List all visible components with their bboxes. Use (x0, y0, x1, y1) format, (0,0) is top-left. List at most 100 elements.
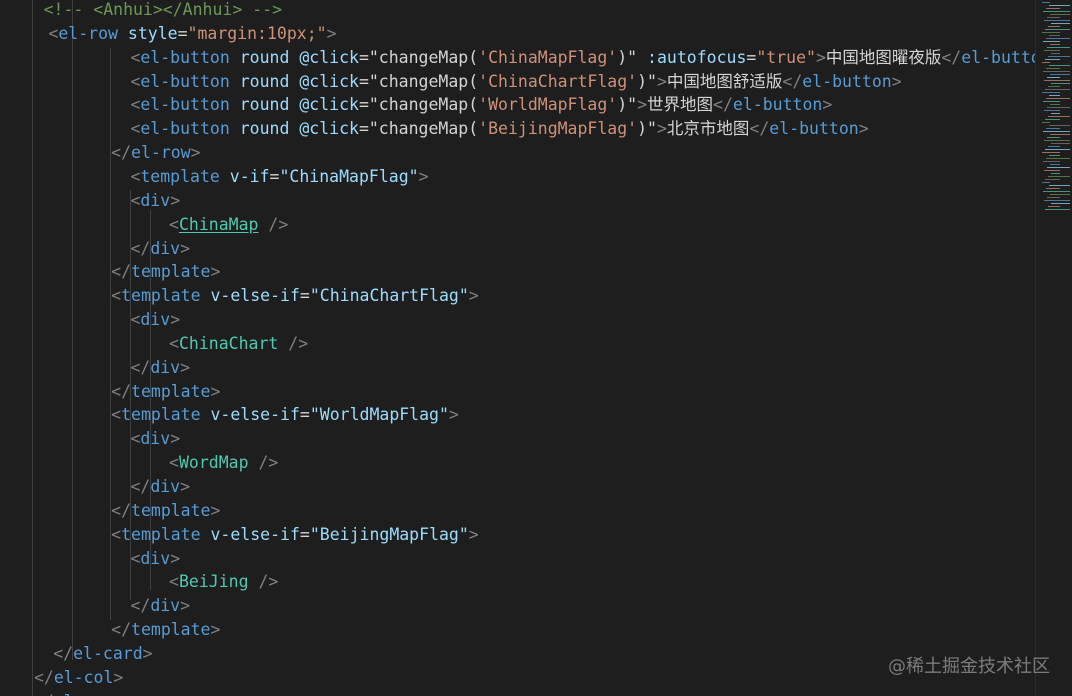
minimap-line (1051, 23, 1070, 24)
code-token: </ (53, 643, 74, 663)
minimap-line (1043, 191, 1070, 192)
indent-guide (32, 0, 33, 696)
code-token: template (121, 405, 201, 425)
code-token: < (130, 190, 141, 210)
code-token: ChinaMap (178, 214, 259, 234)
code-line[interactable]: </el-row> (111, 141, 200, 165)
code-token: < (48, 23, 59, 43)
code-line[interactable]: <template v-if="ChinaMapFlag"> (130, 165, 428, 189)
code-token: > (210, 262, 221, 282)
code-token: </ (130, 477, 151, 496)
code-line[interactable]: <template v-else-if="WorldMapFlag"> (111, 403, 459, 427)
code-token: el-button (140, 95, 230, 115)
code-token: = (358, 71, 369, 91)
code-line[interactable]: </template> (111, 380, 220, 404)
code-token: )" (637, 119, 657, 139)
code-token: @click (299, 47, 359, 67)
code-line[interactable]: <el-button round @click="changeMap('Worl… (130, 93, 832, 117)
code-token: > (170, 310, 181, 330)
code-token: = (269, 166, 280, 186)
code-line[interactable]: <el-button round @click="changeMap('Chin… (130, 46, 1036, 70)
code-line[interactable]: <div> (130, 308, 180, 332)
code-token: > (822, 95, 833, 115)
minimap-line (1051, 83, 1070, 84)
minimap-line (1051, 143, 1070, 144)
code-line[interactable]: </div> (130, 475, 190, 499)
minimap-line (1046, 98, 1070, 99)
code-line[interactable]: <div> (130, 189, 180, 213)
code-token: </ (34, 692, 54, 696)
code-token: > (656, 119, 667, 139)
code-token: > (468, 286, 479, 306)
code-line[interactable]: </template> (111, 499, 220, 523)
code-token: > (448, 405, 459, 425)
minimap-line (1047, 197, 1060, 198)
code-line[interactable]: </template> (111, 618, 220, 642)
code-token: 世界地图 (647, 95, 714, 115)
code-line[interactable]: </el-col> (34, 666, 123, 690)
code-line[interactable]: <ChinaChart /> (169, 332, 308, 356)
code-token: @click (299, 95, 359, 115)
code-token: > (180, 357, 191, 377)
minimap-line (1048, 206, 1060, 207)
code-line[interactable]: <ChinaMap /> (169, 213, 288, 237)
code-token: template (121, 286, 201, 306)
code-line[interactable]: <el-button round @click="changeMap('Beij… (130, 117, 868, 141)
code-token: = (746, 47, 757, 67)
code-token: v-else-if (210, 286, 300, 306)
code-token: < (130, 429, 141, 449)
minimap-line (1050, 164, 1060, 165)
minimap[interactable] (1035, 0, 1072, 696)
code-token: </ (111, 500, 132, 520)
minimap-line (1051, 173, 1060, 174)
code-token: > (858, 119, 869, 139)
code-editor[interactable]: <!-- <Anhui></Anhui> --> <el-row style="m… (0, 0, 1036, 696)
code-token: > (113, 667, 124, 687)
code-token: div (140, 310, 171, 330)
code-line[interactable]: </div> (130, 356, 190, 380)
code-line[interactable]: <BeiJing /> (169, 570, 278, 594)
code-token: > (190, 143, 201, 163)
code-line[interactable]: <el-row style="margin:10px;"> (48, 22, 336, 46)
minimap-line (1049, 185, 1070, 186)
code-token: round (239, 71, 290, 91)
code-token: </ (130, 357, 151, 377)
code-line[interactable]: <el-button round @click="changeMap('Chin… (130, 70, 901, 94)
code-token: div (140, 190, 171, 210)
code-token: > (326, 23, 337, 43)
minimap-line (1050, 194, 1070, 195)
code-line[interactable]: <div> (130, 547, 180, 571)
code-token: round (239, 119, 290, 139)
code-token: el-button (140, 71, 230, 91)
code-line[interactable]: <WordMap /> (169, 451, 278, 475)
code-line[interactable]: <template v-else-if="ChinaChartFlag"> (111, 284, 479, 308)
minimap-line (1045, 149, 1070, 150)
code-line[interactable]: </el-card> (53, 642, 152, 666)
code-token: round (239, 47, 290, 67)
code-token: :autofocus (647, 47, 747, 67)
minimap-line (1049, 5, 1070, 6)
code-token: el-button (961, 47, 1036, 67)
code-token: = (358, 47, 369, 67)
code-line[interactable]: </div> (130, 237, 190, 261)
minimap-line (1045, 89, 1070, 90)
code-line[interactable]: <!-- <Anhui></Anhui> --> (44, 0, 282, 22)
code-token: 'WorldMapFlag' (478, 95, 618, 115)
code-token: < (130, 95, 141, 115)
code-line[interactable]: </div> (130, 594, 190, 618)
code-line[interactable]: </template> (111, 260, 220, 284)
code-line[interactable]: </el-row> (34, 690, 123, 696)
code-token: el-button (140, 47, 230, 67)
code-line[interactable]: <div> (130, 427, 180, 451)
code-token: template (140, 166, 220, 186)
code-token: = (299, 524, 310, 544)
code-token: BeiJing (178, 572, 249, 592)
code-token: @click (299, 71, 359, 91)
code-line[interactable]: <template v-else-if="BeijingMapFlag"> (111, 523, 479, 547)
